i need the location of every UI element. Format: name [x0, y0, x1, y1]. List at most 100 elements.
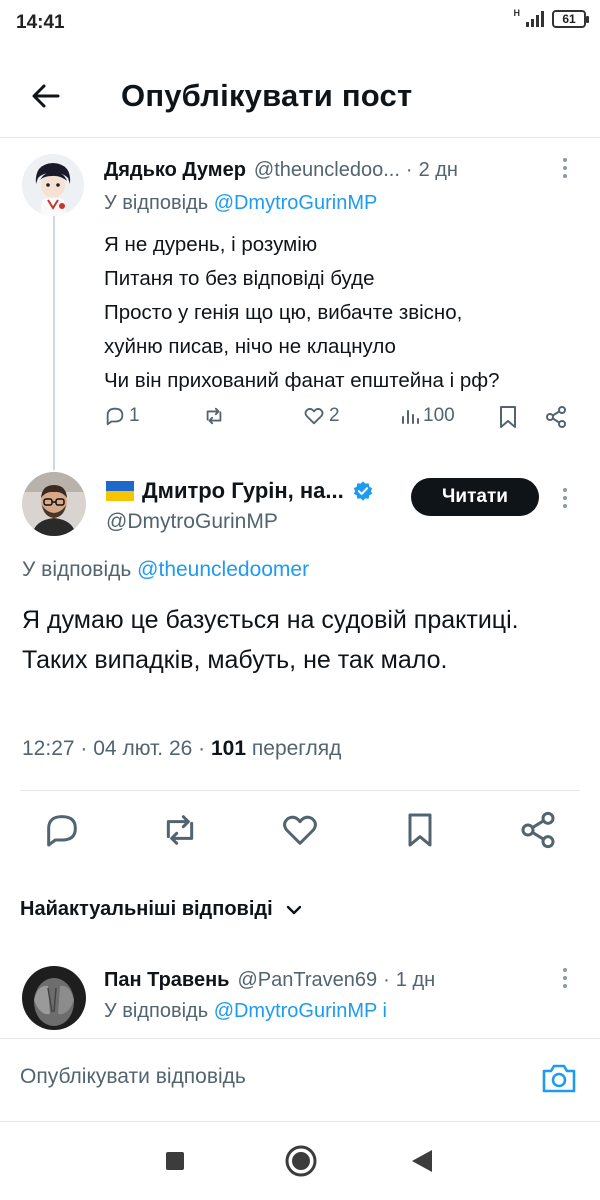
reply-button[interactable]	[42, 810, 82, 850]
views-label: перегляд	[251, 737, 342, 760]
separator-dot: ·	[405, 158, 413, 181]
views-chart-icon	[402, 410, 419, 424]
reply-prefix: У відповідь	[22, 558, 132, 581]
status-time: 14:41	[16, 12, 65, 33]
camera-button[interactable]	[540, 1061, 580, 1097]
follow-button[interactable]: Читати	[411, 478, 539, 516]
separator-dot: ·	[80, 737, 88, 760]
avatar[interactable]	[22, 966, 86, 1030]
thread-connector-line	[53, 212, 55, 470]
author-name[interactable]: Дядько Думер	[104, 159, 246, 182]
status-bar: 14:41 H 61	[0, 0, 600, 46]
bookmark-icon	[500, 406, 516, 428]
reply-handle-link[interactable]: @DmytroGurinMP і	[214, 1000, 387, 1022]
like-button[interactable]: 2	[302, 405, 340, 427]
tweet-time: 2 дн	[418, 158, 458, 181]
reply-handle-link[interactable]: @DmytroGurinMP	[214, 192, 378, 214]
repost-icon	[206, 407, 222, 425]
author-handle[interactable]: @PanTraven69	[237, 969, 377, 992]
tweet-date: 04 лют. 26	[93, 737, 193, 760]
square-icon	[166, 1152, 184, 1170]
reply-tweet[interactable]: Пан Травень @PanTraven69 · 1 дн У відпов…	[0, 960, 600, 1038]
battery-icon: 61	[552, 10, 589, 28]
tweet-header: Дядько Думер @theuncledoo... · 2 дн	[104, 150, 458, 190]
page-header: Опублікувати пост	[0, 66, 600, 126]
reply-icon	[106, 407, 124, 426]
separator-dot: ·	[383, 968, 390, 991]
more-options-icon[interactable]	[556, 486, 574, 516]
home-circle-icon	[285, 1145, 317, 1177]
network-type-label: H	[513, 8, 521, 18]
reply-count: 1	[129, 405, 140, 426]
system-navigation-bar	[0, 1122, 600, 1200]
tweet-body-line: Питаня то без відповіді буде	[104, 267, 375, 290]
views-count: 100	[423, 405, 455, 426]
like-count: 2	[329, 405, 340, 426]
author-handle[interactable]: @theuncledoo...	[254, 159, 400, 182]
recent-apps-button[interactable]	[164, 1150, 186, 1177]
bookmark-icon	[408, 813, 432, 847]
tweet-text: Я думаю це базується на судовій практиці…	[22, 606, 519, 674]
author-name[interactable]: Дмитро Гурін, на...	[142, 478, 344, 504]
tweet-actions: 1 2 100	[104, 405, 574, 435]
views-count: 101	[211, 737, 247, 760]
bookmark-button[interactable]	[400, 810, 440, 850]
author-name-row: Дмитро Гурін, на...	[106, 478, 374, 504]
share-button[interactable]	[518, 810, 558, 850]
replies-sort-dropdown[interactable]: Найактуальніші відповіді	[20, 898, 303, 921]
share-icon	[521, 811, 555, 849]
reply-handle-link[interactable]: @theuncledoomer	[137, 558, 309, 581]
sort-label: Найактуальніші відповіді	[20, 898, 273, 920]
profile-photo-image	[22, 966, 86, 1030]
reply-to-line: У відповідь @DmytroGurinMP	[104, 192, 377, 215]
repost-button[interactable]	[160, 810, 200, 850]
profile-photo-image	[22, 472, 86, 536]
avatar[interactable]	[22, 472, 86, 536]
tweet-body-line: хуйню писав, нічо не клацнуло	[104, 335, 396, 358]
reply-input[interactable]: Опублікувати відповідь	[20, 1065, 246, 1089]
back-triangle-icon	[412, 1150, 432, 1172]
flag-icon	[106, 481, 134, 501]
like-button[interactable]	[280, 810, 320, 850]
verified-badge-icon	[353, 481, 372, 501]
tweet-body-line: Я не дурень, і розумію	[104, 233, 318, 256]
tweet-body-line: Чи він прихований фанат епштейна і рф?	[104, 369, 500, 392]
reply-prefix: У відповідь	[104, 1000, 209, 1022]
reply-compose-bar: Опублікувати відповідь	[0, 1038, 600, 1122]
heart-icon	[304, 408, 324, 425]
heart-icon	[283, 815, 317, 845]
views-button[interactable]: 100	[400, 405, 455, 427]
home-button[interactable]	[284, 1144, 318, 1183]
tweet-header: Пан Травень @PanTraven69 · 1 дн	[104, 960, 435, 1000]
signal-icon	[526, 11, 544, 27]
bookmark-button[interactable]	[498, 405, 518, 429]
anime-avatar-image	[22, 154, 84, 216]
more-options-icon[interactable]	[556, 966, 574, 996]
tweet-meta: 12:27 · 04 лют. 26 · 101 перегляд	[22, 737, 341, 761]
camera-icon	[542, 1064, 576, 1093]
header-divider	[0, 137, 600, 138]
separator-dot: ·	[198, 737, 206, 760]
share-button[interactable]	[544, 405, 568, 429]
avatar[interactable]	[22, 154, 84, 216]
reply-icon	[47, 815, 77, 847]
main-tweet-actions	[0, 810, 600, 850]
divider	[20, 790, 580, 791]
reply-to-line: У відповідь @DmytroGurinMP і	[104, 1000, 387, 1023]
status-icons: H 61	[513, 8, 589, 28]
back-button[interactable]	[28, 78, 68, 114]
reply-button[interactable]: 1	[104, 405, 140, 427]
reply-to-line: У відповідь @theuncledoomer	[22, 558, 309, 582]
more-options-icon[interactable]	[556, 156, 574, 186]
page-title: Опублікувати пост	[121, 78, 413, 113]
reply-prefix: У відповідь	[104, 192, 209, 214]
repost-icon	[166, 815, 194, 845]
chevron-down-icon	[286, 905, 301, 914]
tweet-time: 1 дн	[395, 968, 436, 991]
author-name[interactable]: Пан Травень	[104, 969, 229, 992]
tweet-body-line: Просто у генія що цю, вибачте звісно,	[104, 301, 463, 324]
author-handle[interactable]: @DmytroGurinMP	[106, 510, 278, 534]
repost-button[interactable]	[202, 405, 226, 427]
back-nav-button[interactable]	[410, 1148, 434, 1179]
share-icon	[546, 406, 566, 428]
